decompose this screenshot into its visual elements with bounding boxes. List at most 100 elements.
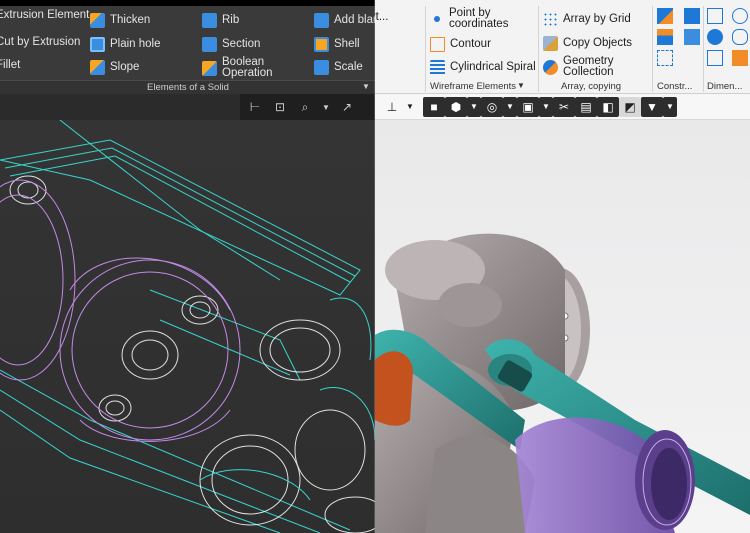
wireframe-model-drawing [0, 119, 375, 533]
thicken-button[interactable]: Thicken [90, 13, 150, 28]
dropdown-icon[interactable]: ▼ [539, 96, 553, 117]
ribbon-group-bar: Elements of a Solid ▼ [0, 80, 375, 94]
coordinate-icon[interactable]: ↗ [336, 97, 358, 117]
copy-objects-button[interactable]: Copy Objects [543, 36, 632, 51]
plain-hole-button[interactable]: Plain hole [90, 37, 161, 52]
cut-by-extrusion-button[interactable]: Cut by Extrusion [0, 36, 81, 48]
linear-dimension-icon[interactable] [707, 8, 723, 24]
contour-button[interactable]: Contour [430, 37, 491, 52]
section-button[interactable]: Section [202, 37, 260, 52]
roughness-icon[interactable] [732, 50, 748, 66]
slope-icon [90, 60, 105, 75]
boolean-operation-button[interactable]: Boolean Operation [202, 56, 284, 79]
fillet-button[interactable]: Fillet [0, 59, 20, 71]
wireframe-viewport-panel: Extrusion Element Cut by Extrusion Fille… [0, 0, 375, 533]
wireframe-crank-webs [199, 297, 375, 501]
cut-by-extrusion-label: Cut by Extrusion [0, 36, 81, 48]
contour-icon [430, 37, 445, 52]
camera-icon[interactable]: ▣ [517, 96, 539, 117]
shell-icon [314, 37, 329, 52]
wireframe-rod-lower [0, 119, 351, 533]
add-part-icon [314, 13, 329, 28]
shading-icon[interactable]: ⬢ [445, 96, 467, 117]
add-blank-part-button[interactable]: Add blank part... [314, 13, 375, 28]
light-group-bar: Wireframe Elements ▼ Array, copying Cons… [375, 80, 750, 94]
cylindrical-spiral-button[interactable]: Cylindrical Spiral [430, 60, 536, 75]
zoom-icon[interactable]: ⌕ [294, 97, 316, 117]
split-divider[interactable] [374, 0, 375, 533]
slope-button[interactable]: Slope [90, 60, 139, 75]
dimension-group-label: Dimen... [707, 81, 743, 92]
shell-button[interactable]: Shell [314, 37, 360, 52]
solid-group-label: Elements of a Solid [147, 82, 229, 93]
wireframe-group-label: Wireframe Elements [430, 81, 517, 92]
array-group-label: Array, copying [561, 81, 622, 92]
wireframe-array-ribbon: part... Point by coordinates Contour Cyl… [375, 0, 750, 94]
point-by-coordinates-button[interactable]: Point by coordinates [430, 7, 519, 30]
dropdown-icon[interactable]: ▼ [663, 96, 677, 117]
geometry-collection-button[interactable]: Geometry Collection [543, 55, 633, 78]
wireframe-pins [9, 175, 375, 533]
rib-label: Rib [222, 14, 240, 26]
extrusion-element-label: Extrusion Element [0, 9, 90, 21]
rib-icon [202, 13, 217, 28]
diameter-dimension-icon[interactable] [732, 29, 748, 45]
dimension-tools [707, 8, 750, 66]
dropdown-icon[interactable]: ▼ [319, 97, 333, 117]
thicken-icon [90, 13, 105, 28]
geometry-collection-label: Geometry Collection [563, 55, 614, 78]
group-expand-icon[interactable]: ▼ [517, 81, 525, 90]
dropdown-icon[interactable]: ▼ [503, 96, 517, 117]
boolean-icon [202, 60, 217, 76]
copy-icon [543, 36, 558, 51]
spiral-icon [430, 60, 445, 75]
section-view-icon[interactable]: ✂ [553, 96, 575, 117]
grid-icon [543, 12, 558, 27]
rib-button[interactable]: Rib [202, 13, 239, 28]
dark-view-toolbar: ⊢ ⊡ ⌕ ▼ ↗ [240, 94, 375, 120]
hole-icon [90, 37, 105, 52]
axes-icon[interactable]: ⊥ [381, 97, 403, 117]
filter-icon[interactable]: ▼ [641, 96, 663, 117]
light-view-toolbar: ⊥ ▼ ■ ⬢ ▼ ◎ ▼ ▣ ▼ ✂ ▤ ◧ ◩ ▼ ▼ [375, 94, 750, 120]
scale-icon [314, 60, 329, 75]
annotation-icon[interactable] [707, 50, 723, 66]
dropdown-icon[interactable]: ▼ [403, 97, 417, 117]
plane-icon[interactable] [657, 8, 673, 24]
boolean-operation-label: Boolean Operation [222, 56, 273, 79]
sketch-icon[interactable]: ⊢ [244, 97, 266, 117]
axis-icon[interactable] [684, 8, 700, 24]
section-icon [202, 37, 217, 52]
angle-dimension-icon[interactable] [707, 29, 723, 45]
hide-icon[interactable]: ◎ [481, 96, 503, 117]
section-label: Section [222, 38, 261, 50]
extrusion-element-button[interactable]: Extrusion Element [0, 9, 90, 21]
offset-plane-icon[interactable] [657, 29, 673, 45]
array-by-grid-button[interactable]: Array by Grid [543, 12, 631, 27]
slope-label: Slope [110, 61, 140, 73]
render-icon[interactable]: ◧ [597, 96, 619, 117]
shaded-model-viewport[interactable] [375, 120, 750, 533]
shell-label: Shell [334, 38, 360, 50]
collection-icon [543, 59, 558, 75]
group-expand-icon[interactable]: ▼ [362, 82, 370, 91]
thicken-label: Thicken [110, 14, 151, 26]
lcs-icon[interactable] [684, 29, 700, 45]
construction-group-label: Constr... [657, 81, 693, 92]
dropdown-icon[interactable]: ▼ [467, 96, 481, 117]
selection-mode-icon[interactable]: ◩ [619, 96, 641, 117]
point-by-coordinates-label: Point by coordinates [449, 7, 509, 30]
display-icon[interactable]: ▤ [575, 96, 597, 117]
view-icon[interactable]: ⊡ [269, 97, 291, 117]
point-line-icon[interactable] [657, 50, 673, 66]
wireframe-model-viewport[interactable] [0, 119, 375, 533]
contour-label: Contour [450, 38, 491, 50]
scale-label: Scale [334, 61, 363, 73]
add-blank-part-label: Add blank part... [334, 14, 375, 26]
scale-button[interactable]: Scale [314, 60, 363, 75]
solid-elements-ribbon: Extrusion Element Cut by Extrusion Fille… [0, 6, 375, 94]
radial-dimension-icon[interactable] [732, 8, 748, 24]
plain-hole-label: Plain hole [110, 38, 161, 50]
cube-icon[interactable]: ■ [423, 96, 445, 117]
orange-bearing [375, 351, 413, 426]
